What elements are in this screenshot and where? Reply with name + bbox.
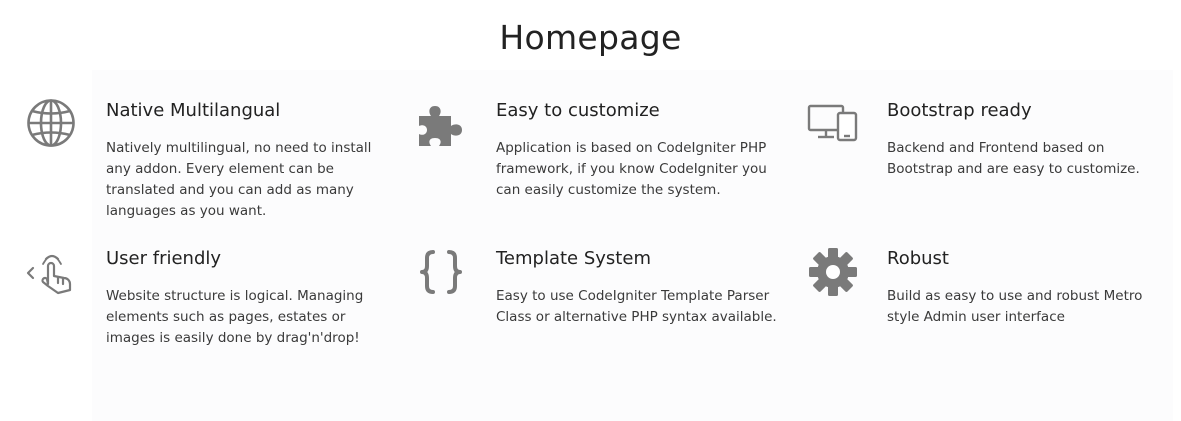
puzzle-icon xyxy=(416,98,470,152)
feature-description: Website structure is logical. Managing e… xyxy=(106,288,364,346)
devices-icon xyxy=(807,98,861,152)
feature-description: Natively multilingual, no need to instal… xyxy=(106,140,372,219)
touch-hand-icon xyxy=(26,246,80,300)
feature-description: Build as easy to use and robust Metro st… xyxy=(887,288,1143,325)
feature-title: Robust xyxy=(887,248,949,269)
globe-icon xyxy=(26,98,80,152)
feature-description: Easy to use CodeIgniter Template Parser … xyxy=(496,288,777,325)
curly-braces-icon xyxy=(416,246,470,300)
feature-description: Backend and Frontend based on Bootstrap … xyxy=(887,140,1140,177)
homepage-section: Homepage Native Multilangual Natively mu… xyxy=(0,0,1181,421)
features-background xyxy=(92,70,1173,421)
feature-title: Template System xyxy=(496,248,651,269)
page-title: Homepage xyxy=(499,18,682,57)
feature-title: Easy to customize xyxy=(496,100,660,121)
feature-description: Application is based on CodeIgniter PHP … xyxy=(496,140,767,198)
gear-icon xyxy=(807,246,861,300)
feature-title: Bootstrap ready xyxy=(887,100,1032,121)
feature-title: Native Multilangual xyxy=(106,100,281,121)
feature-title: User friendly xyxy=(106,248,222,269)
